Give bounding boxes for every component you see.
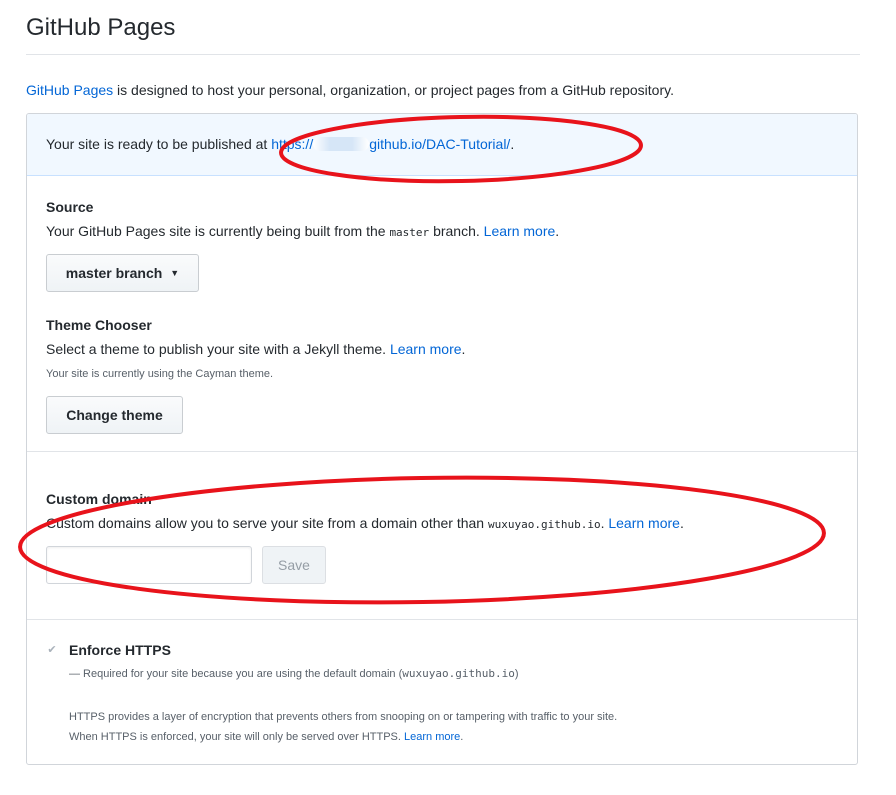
branch-select-button[interactable]: master branch ▼ [46, 254, 199, 292]
intro-text: GitHub Pages is designed to host your pe… [26, 82, 674, 98]
https-required-note: — Required for your site because you are… [69, 667, 519, 680]
custom-domain-description: Custom domains allow you to serve your s… [46, 515, 684, 531]
flash-end: . [510, 136, 515, 152]
flash-message: Your site is ready to be published at [46, 136, 272, 152]
pages-settings-box: Your site is ready to be published at ht… [26, 113, 858, 765]
theme-name: Cayman [195, 368, 237, 380]
save-button[interactable]: Save [262, 546, 326, 584]
branch-select-label: master branch [65, 265, 163, 281]
source-and-theme-section: Source Your GitHub Pages site is current… [27, 176, 857, 452]
page-title: GitHub Pages [26, 14, 860, 55]
https-learn-more-link[interactable]: Learn more [404, 731, 460, 743]
intro-description: is designed to host your personal, organ… [113, 82, 674, 98]
change-theme-button[interactable]: Change theme [46, 396, 183, 434]
https-info-line-1: HTTPS provides a layer of encryption tha… [69, 711, 618, 723]
branch-code: master [389, 226, 430, 239]
github-pages-link[interactable]: GitHub Pages [26, 82, 113, 98]
theme-heading: Theme Chooser [46, 317, 152, 333]
redacted-username [313, 137, 370, 151]
checkmark-icon[interactable]: ✔ [46, 644, 58, 656]
publish-flash: Your site is ready to be published at ht… [27, 114, 857, 176]
custom-domain-heading: Custom domain [46, 491, 152, 507]
source-description: Your GitHub Pages site is currently bein… [46, 223, 560, 239]
custom-domain-input[interactable] [46, 546, 252, 584]
caret-down-icon: ▼ [170, 268, 180, 278]
theme-description: Select a theme to publish your site with… [46, 341, 466, 357]
site-url-link[interactable]: https://github.io/DAC-Tutorial/ [271, 136, 510, 152]
https-info-line-2: When HTTPS is enforced, your site will o… [69, 731, 464, 743]
theme-learn-more-link[interactable]: Learn more [390, 341, 462, 357]
source-heading: Source [46, 199, 94, 215]
source-learn-more-link[interactable]: Learn more [484, 223, 556, 239]
current-theme-note: Your site is currently using the Cayman … [46, 368, 274, 380]
default-domain-code: wuxuyao.github.io [487, 518, 601, 531]
https-domain-code: wuxuyao.github.io [402, 667, 515, 680]
custom-domain-section: Custom domain Custom domains allow you t… [27, 452, 857, 620]
https-section: ✔ Enforce HTTPS — Required for your site… [27, 620, 857, 764]
domain-learn-more-link[interactable]: Learn more [608, 515, 680, 531]
enforce-https-label: Enforce HTTPS [69, 642, 171, 658]
